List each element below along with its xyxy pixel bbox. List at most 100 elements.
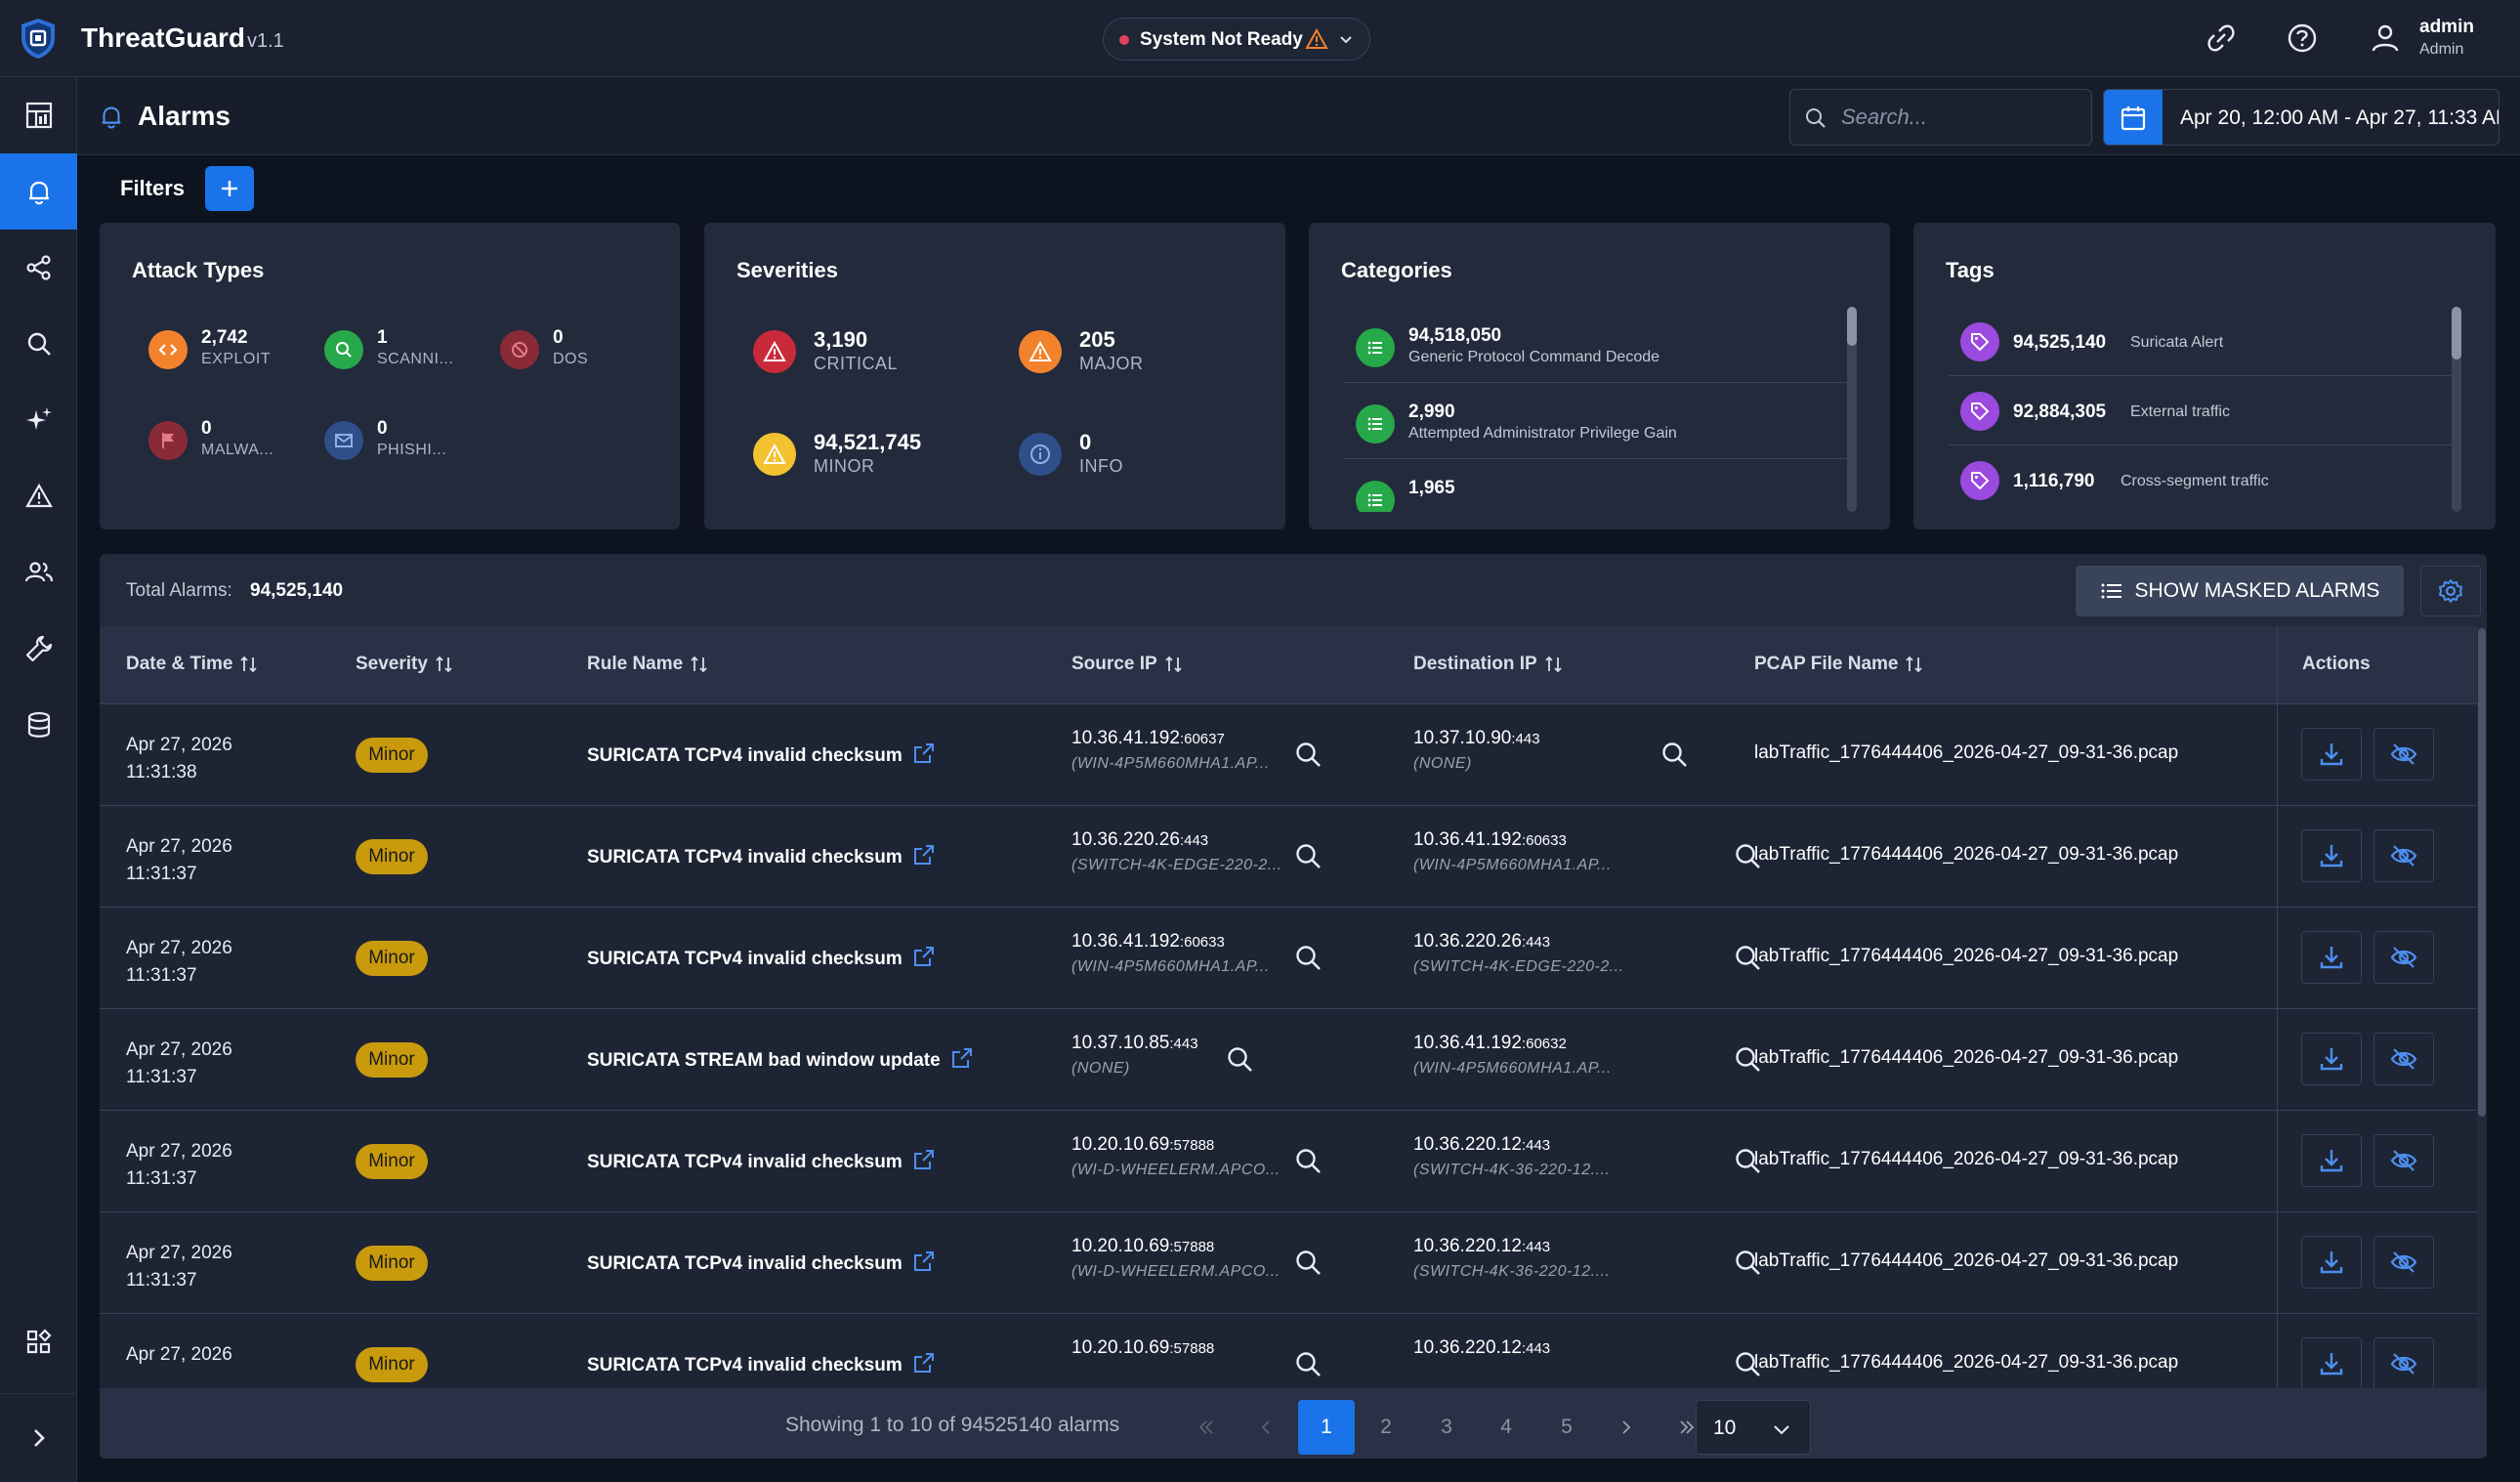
first-page-button[interactable] xyxy=(1178,1400,1235,1455)
download-pcap-button[interactable] xyxy=(2301,931,2362,984)
source-ip: 10.20.10.69:57888 (WI-D-WHEELERM.APCO... xyxy=(1071,1134,1281,1179)
download-pcap-button[interactable] xyxy=(2301,829,2362,882)
sidebar-item-tools[interactable] xyxy=(0,611,77,687)
search-input[interactable] xyxy=(1841,100,2076,135)
download-pcap-button[interactable] xyxy=(2301,1134,2362,1187)
column-pcap-file-name[interactable]: PCAP File Name xyxy=(1754,654,1925,675)
user-name[interactable]: admin xyxy=(2419,17,2474,38)
external-link-icon[interactable] xyxy=(912,843,936,872)
column-severity[interactable]: Severity xyxy=(356,654,455,675)
mask-alarm-button[interactable] xyxy=(2373,728,2434,781)
page-5-button[interactable]: 5 xyxy=(1538,1400,1595,1455)
external-link-icon[interactable] xyxy=(912,1148,936,1177)
date-range-picker[interactable]: Apr 20, 12:00 AM - Apr 27, 11:33 AM xyxy=(2103,89,2499,146)
sidebar-item-database[interactable] xyxy=(0,687,77,763)
tag-item[interactable]: 94,525,140 Suricata Alert xyxy=(1949,307,2457,376)
sidebar-item-ai[interactable] xyxy=(0,382,77,458)
rule-name[interactable]: SURICATA STREAM bad window update xyxy=(587,1046,974,1076)
external-link-icon[interactable] xyxy=(912,1351,936,1380)
previous-page-button[interactable] xyxy=(1238,1400,1294,1455)
category-item[interactable]: 94,518,050 Generic Protocol Command Deco… xyxy=(1344,307,1852,383)
destination-ip-search-icon[interactable] xyxy=(1659,740,1689,769)
external-link-icon[interactable] xyxy=(912,1249,936,1279)
tags-scrollbar[interactable] xyxy=(2452,307,2461,512)
system-status-dropdown[interactable]: System Not Ready xyxy=(1103,18,1370,61)
sidebar-item-incidents[interactable] xyxy=(0,458,77,534)
pcap-file-name[interactable]: labTraffic_1776444406_2026-04-27_09-31-3… xyxy=(1754,844,2178,866)
next-page-button[interactable] xyxy=(1598,1400,1655,1455)
column-date-time[interactable]: Date & Time xyxy=(126,654,260,675)
sidebar-item-users[interactable] xyxy=(0,534,77,611)
sidebar-item-network[interactable] xyxy=(0,230,77,306)
download-pcap-button[interactable] xyxy=(2301,1033,2362,1085)
rule-name[interactable]: SURICATA TCPv4 invalid checksum xyxy=(587,741,936,771)
pcap-file-name[interactable]: labTraffic_1776444406_2026-04-27_09-31-3… xyxy=(1754,1250,2178,1272)
add-filter-button[interactable] xyxy=(205,166,254,211)
table-row[interactable]: Apr 27, 2026 11:31:38 Minor SURICATA TCPv4 … xyxy=(100,704,2487,806)
link-icon[interactable] xyxy=(2204,21,2239,56)
page-2-button[interactable]: 2 xyxy=(1358,1400,1414,1455)
mask-alarm-button[interactable] xyxy=(2373,829,2434,882)
column-divider xyxy=(2277,704,2278,806)
column-rule-name[interactable]: Rule Name xyxy=(587,654,710,675)
download-pcap-button[interactable] xyxy=(2301,1236,2362,1289)
column-destination-ip[interactable]: Destination IP xyxy=(1413,654,1565,675)
pcap-file-name[interactable]: labTraffic_1776444406_2026-04-27_09-31-3… xyxy=(1754,1149,2178,1170)
category-item[interactable]: 1,965 xyxy=(1344,459,1852,512)
pcap-file-name[interactable]: labTraffic_1776444406_2026-04-27_09-31-3… xyxy=(1754,1047,2178,1069)
rule-name[interactable]: SURICATA TCPv4 invalid checksum xyxy=(587,1249,936,1279)
show-masked-alarms-button[interactable]: SHOW MASKED ALARMS xyxy=(2076,566,2404,616)
column-source-ip[interactable]: Source IP xyxy=(1071,654,1185,675)
mask-alarm-button[interactable] xyxy=(2373,1033,2434,1085)
source-ip-search-icon[interactable] xyxy=(1293,1146,1323,1175)
tag-item[interactable]: 1,116,790 Cross-segment traffic xyxy=(1949,445,2457,512)
scrollbar-thumb[interactable] xyxy=(1847,307,1857,346)
source-ip-search-icon[interactable] xyxy=(1293,1248,1323,1277)
external-link-icon[interactable] xyxy=(950,1046,974,1076)
mask-alarm-button[interactable] xyxy=(2373,1337,2434,1388)
sidebar-item-alarms[interactable] xyxy=(0,153,77,230)
source-ip-search-icon[interactable] xyxy=(1293,841,1323,870)
help-icon[interactable] xyxy=(2285,21,2320,56)
categories-scrollbar[interactable] xyxy=(1847,307,1857,512)
external-link-icon[interactable] xyxy=(912,741,936,771)
download-pcap-button[interactable] xyxy=(2301,1337,2362,1388)
mask-alarm-button[interactable] xyxy=(2373,1134,2434,1187)
scrollbar-thumb[interactable] xyxy=(2452,307,2461,360)
tag-item[interactable]: 92,884,305 External traffic xyxy=(1949,376,2457,445)
scrollbar-thumb[interactable] xyxy=(2478,628,2486,1117)
category-item[interactable]: 2,990 Attempted Administrator Privilege … xyxy=(1344,383,1852,459)
table-row[interactable]: Apr 27, 2026 11:31:37 Minor SURICATA STREAM… xyxy=(100,1009,2487,1111)
page-4-button[interactable]: 4 xyxy=(1478,1400,1534,1455)
sidebar-item-apps[interactable] xyxy=(0,1304,77,1380)
table-row[interactable]: Apr 27, 2026 11:31:37 Minor SURICATA TCPv4 … xyxy=(100,806,2487,908)
rule-name[interactable]: SURICATA TCPv4 invalid checksum xyxy=(587,843,936,872)
pcap-file-name[interactable]: labTraffic_1776444406_2026-04-27_09-31-3… xyxy=(1754,1352,2178,1374)
table-row[interactable]: Apr 27, 2026 11:31:37 Minor SURICATA TCPv4 … xyxy=(100,908,2487,1009)
source-ip-search-icon[interactable] xyxy=(1293,1349,1323,1378)
pcap-file-name[interactable]: labTraffic_1776444406_2026-04-27_09-31-3… xyxy=(1754,946,2178,967)
rule-name[interactable]: SURICATA TCPv4 invalid checksum xyxy=(587,1148,936,1177)
sidebar-item-dashboard[interactable] xyxy=(0,77,77,153)
table-row[interactable]: Apr 27, 2026 11:31:37 Minor SURICATA TCPv4 … xyxy=(100,1212,2487,1314)
table-settings-button[interactable] xyxy=(2420,566,2481,616)
source-ip-search-icon[interactable] xyxy=(1293,740,1323,769)
expand-sidebar-button[interactable] xyxy=(0,1394,77,1482)
page-3-button[interactable]: 3 xyxy=(1418,1400,1475,1455)
external-link-icon[interactable] xyxy=(912,945,936,974)
mask-alarm-button[interactable] xyxy=(2373,1236,2434,1289)
pcap-file-name[interactable]: labTraffic_1776444406_2026-04-27_09-31-3… xyxy=(1754,742,2178,764)
table-scrollbar[interactable] xyxy=(2477,626,2487,1388)
source-ip-search-icon[interactable] xyxy=(1293,943,1323,972)
page-size-select[interactable]: 10 xyxy=(1696,1400,1811,1455)
table-row[interactable]: Apr 27, 2026 Minor SURICATA TCPv4 invalid … xyxy=(100,1314,2487,1388)
rule-name[interactable]: SURICATA TCPv4 invalid checksum xyxy=(587,945,936,974)
rule-name[interactable]: SURICATA TCPv4 invalid checksum xyxy=(587,1351,936,1380)
table-row[interactable]: Apr 27, 2026 11:31:37 Minor SURICATA TCPv4 … xyxy=(100,1111,2487,1212)
download-pcap-button[interactable] xyxy=(2301,728,2362,781)
sidebar-item-search[interactable] xyxy=(0,306,77,382)
mask-alarm-button[interactable] xyxy=(2373,931,2434,984)
page-1-button[interactable]: 1 xyxy=(1298,1400,1355,1455)
user-avatar-icon[interactable] xyxy=(2368,21,2403,56)
source-ip-search-icon[interactable] xyxy=(1225,1044,1254,1074)
